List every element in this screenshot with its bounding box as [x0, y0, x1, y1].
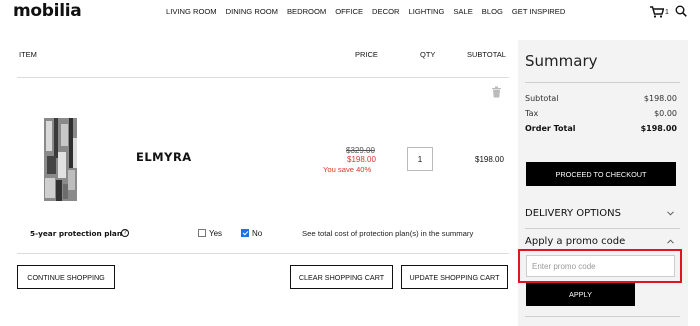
column-header-qty: QTY: [420, 50, 436, 59]
product-image-rug[interactable]: [44, 118, 77, 201]
delivery-divider: [525, 228, 680, 229]
product-name[interactable]: ELMYRA: [136, 150, 192, 164]
highlight-box: [518, 249, 682, 283]
promo-code-toggle[interactable]: Apply a promo code: [525, 236, 625, 247]
nav-item-blog[interactable]: BLOG: [482, 7, 503, 16]
original-price: $329.00: [346, 146, 375, 155]
nav-item-decor[interactable]: DECOR: [372, 7, 399, 16]
update-cart-button[interactable]: UPDATE SHOPPING CART: [401, 265, 508, 289]
continue-shopping-button[interactable]: CONTINUE SHOPPING: [17, 265, 115, 289]
shopping-cart-icon[interactable]: [650, 6, 664, 18]
subtotal-value: $198.00: [643, 94, 677, 103]
help-icon[interactable]: ?: [121, 229, 129, 237]
delivery-options-toggle[interactable]: DELIVERY OPTIONS: [525, 208, 621, 219]
header-divider: [17, 77, 509, 78]
trash-icon[interactable]: [491, 86, 502, 98]
order-total-label: Order Total: [525, 124, 576, 133]
nav-item-bedroom[interactable]: BEDROOM: [287, 7, 326, 16]
clear-cart-button[interactable]: CLEAR SHOPPING CART: [290, 265, 393, 289]
protection-plan-label: 5-year protection plan: [30, 229, 123, 238]
chevron-up-icon[interactable]: [667, 239, 674, 244]
cart-count[interactable]: 1: [665, 9, 669, 16]
column-header-subtotal: SUBTOTAL: [467, 50, 506, 59]
apply-promo-button[interactable]: APPLY: [526, 283, 635, 306]
nav-item-office[interactable]: OFFICE: [335, 7, 363, 16]
column-header-item: ITEM: [19, 50, 37, 59]
row-divider: [17, 253, 509, 254]
site-header: mobilia LIVING ROOM DINING ROOM BEDROOM …: [0, 0, 700, 27]
item-subtotal: $198.00: [475, 155, 504, 164]
summary-title: Summary: [525, 52, 598, 70]
search-icon[interactable]: [675, 5, 687, 17]
nav-item-sale[interactable]: SALE: [453, 7, 472, 16]
tax-label: Tax: [525, 109, 539, 118]
chevron-down-icon[interactable]: [667, 211, 674, 216]
sale-price: $198.00: [347, 155, 376, 164]
proceed-to-checkout-button[interactable]: PROCEED TO CHECKOUT: [526, 162, 676, 186]
promo-divider: [525, 316, 680, 317]
nav-item-dining-room[interactable]: DINING ROOM: [226, 7, 278, 16]
tax-value: $0.00: [654, 109, 677, 118]
protection-no-label[interactable]: No: [252, 229, 262, 238]
nav-item-get-inspired[interactable]: GET INSPIRED: [512, 7, 565, 16]
savings-text: You save 40%: [323, 165, 372, 174]
protection-yes-label[interactable]: Yes: [209, 229, 222, 238]
protection-yes-checkbox[interactable]: [198, 229, 206, 237]
order-total-value: $198.00: [640, 124, 677, 133]
protection-no-checkbox[interactable]: [241, 229, 249, 237]
subtotal-label: Subtotal: [525, 94, 559, 103]
column-header-price: PRICE: [355, 50, 378, 59]
protection-note: See total cost of protection plan(s) in …: [302, 229, 474, 238]
quantity-input[interactable]: 1: [407, 147, 433, 171]
site-logo[interactable]: mobilia: [13, 1, 82, 21]
summary-divider: [525, 82, 680, 83]
nav-item-lighting[interactable]: LIGHTING: [408, 7, 444, 16]
main-nav: LIVING ROOM DINING ROOM BEDROOM OFFICE D…: [166, 7, 574, 16]
nav-item-living-room[interactable]: LIVING ROOM: [166, 7, 217, 16]
